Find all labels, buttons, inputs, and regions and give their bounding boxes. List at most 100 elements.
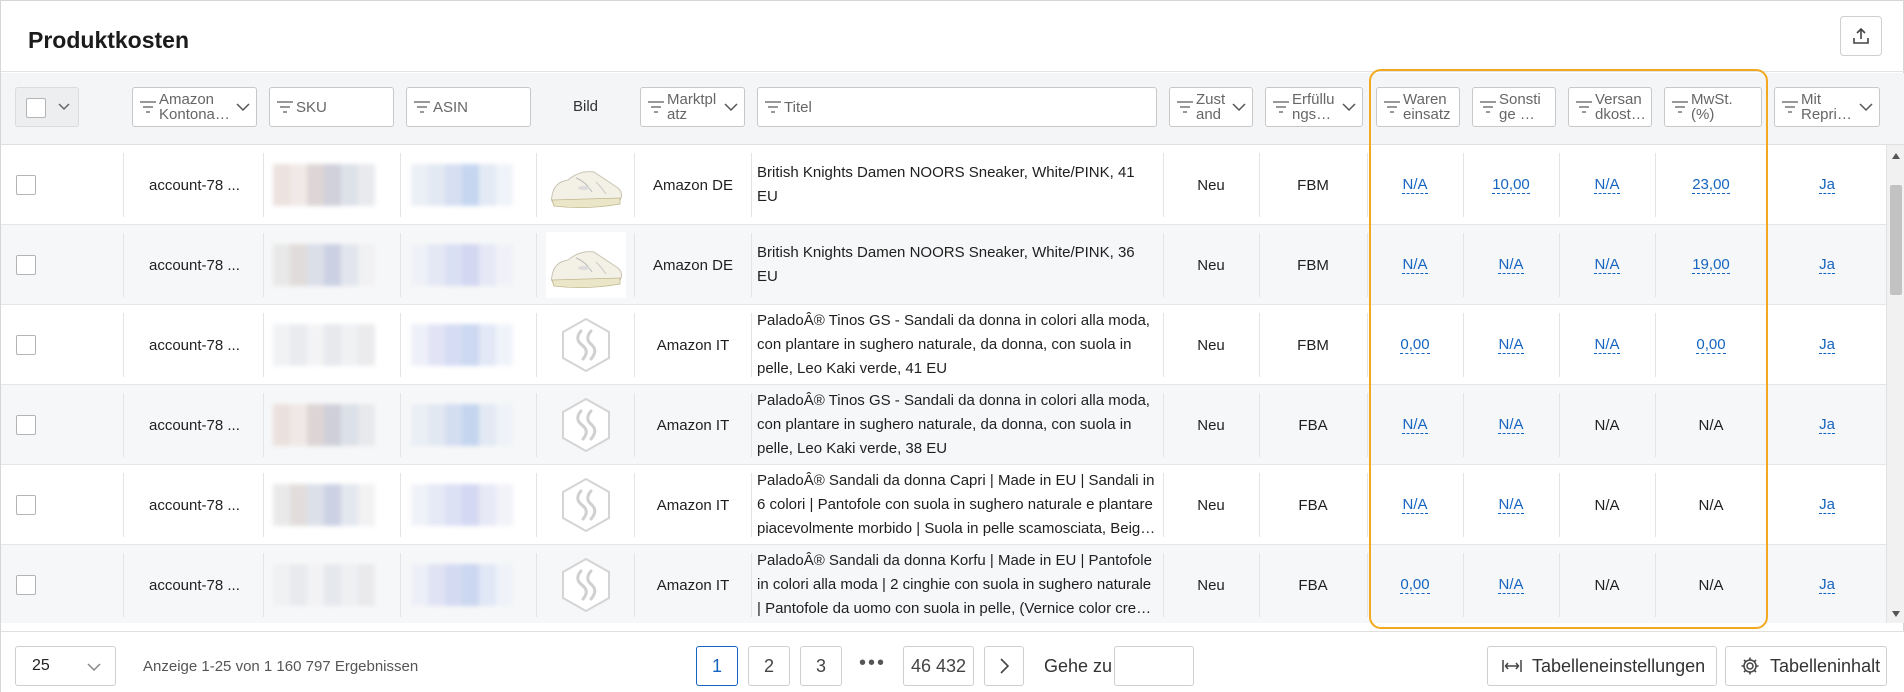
table-settings-button[interactable]: Tabelleneinstellungen (1487, 646, 1717, 686)
account-name: account-78 ... (149, 496, 240, 514)
shipping-costs[interactable]: N/A (1594, 176, 1620, 194)
table-row[interactable]: account-78 ... Amazon IT PaladoÂ® Tinos GS… (1, 385, 1886, 465)
table-row[interactable]: account-78 ... Amazon DE British Knights D… (1, 225, 1886, 305)
product-title: PaladoÂ® Sandali da donna Korfu | Made i… (757, 552, 1152, 617)
row-checkbox[interactable] (16, 255, 36, 275)
filter-marketplace[interactable]: Marktpl atz (640, 87, 745, 127)
row-checkbox[interactable] (16, 495, 36, 515)
repricing-cell[interactable]: Ja (1768, 145, 1886, 225)
table-content-button[interactable]: Tabelleninhalt (1725, 646, 1887, 686)
other-costs[interactable]: 10,00 (1492, 176, 1530, 194)
cost-of-goods[interactable]: 0,00 (1400, 336, 1430, 354)
page-button-1[interactable]: 1 (696, 646, 738, 686)
scroll-down-arrow-icon[interactable] (1892, 611, 1900, 617)
row-checkbox[interactable] (16, 575, 36, 595)
table-row[interactable]: account-78 ... Amazon IT PaladoÂ® Sandali … (1, 545, 1886, 623)
other-costs[interactable]: N/A (1498, 256, 1524, 274)
marketplace-cell: Amazon IT (637, 545, 749, 623)
vertical-scrollbar[interactable] (1886, 145, 1904, 623)
cost-of-goods[interactable]: N/A (1402, 176, 1428, 194)
filter-fulfillment[interactable]: Erfüllu ngs… (1265, 87, 1363, 127)
row-checkbox[interactable] (16, 335, 36, 355)
shipping-costs-cell[interactable]: N/A (1560, 305, 1654, 385)
filter-repricing[interactable]: Mit Repri… (1774, 87, 1880, 127)
cost-of-goods[interactable]: N/A (1402, 256, 1428, 274)
repricing-cell[interactable]: Ja (1768, 225, 1886, 305)
next-page-button[interactable] (984, 646, 1024, 686)
shipping-costs: N/A (1594, 416, 1620, 434)
shipping-costs[interactable]: N/A (1594, 336, 1620, 354)
vat-percent-cell[interactable]: 0,00 (1656, 305, 1766, 385)
page-size-select[interactable]: 25 (15, 646, 116, 686)
repricing[interactable]: Ja (1819, 336, 1835, 354)
other-costs[interactable]: N/A (1498, 496, 1524, 514)
cost-of-goods[interactable]: N/A (1402, 496, 1428, 514)
shipping-costs[interactable]: N/A (1594, 256, 1620, 274)
cost-of-goods-cell[interactable]: N/A (1368, 465, 1462, 545)
filter-shipping-costs[interactable]: Versan dkost… (1568, 87, 1652, 127)
vat-percent[interactable]: 19,00 (1692, 256, 1730, 274)
cost-of-goods-cell[interactable]: 0,00 (1368, 545, 1462, 623)
row-checkbox[interactable] (16, 175, 36, 195)
other-costs-cell[interactable]: 10,00 (1464, 145, 1558, 225)
account-name: account-78 ... (149, 336, 240, 354)
repricing[interactable]: Ja (1819, 416, 1835, 434)
vat-percent[interactable]: 23,00 (1692, 176, 1730, 194)
scroll-up-arrow-icon[interactable] (1892, 153, 1900, 159)
table-row[interactable]: account-78 ... Amazon IT PaladoÂ® Sandali … (1, 465, 1886, 545)
cost-of-goods-cell[interactable]: N/A (1368, 145, 1462, 225)
product-title-cell: British Knights Damen NOORS Sneaker, Whi… (757, 145, 1161, 225)
other-costs-cell[interactable]: N/A (1464, 385, 1558, 465)
shipping-costs-cell[interactable]: N/A (1560, 145, 1654, 225)
cost-of-goods-cell[interactable]: 0,00 (1368, 305, 1462, 385)
page-button-2[interactable]: 2 (748, 646, 790, 686)
other-costs[interactable]: N/A (1498, 416, 1524, 434)
filter-cost-of-goods[interactable]: Waren einsatz (1376, 87, 1460, 127)
fulfillment-cell: FBM (1260, 145, 1366, 225)
shipping-costs-cell[interactable]: N/A (1560, 225, 1654, 305)
goto-page-input[interactable] (1114, 646, 1194, 686)
repricing[interactable]: Ja (1819, 256, 1835, 274)
column-divider (536, 393, 537, 457)
filter-vat[interactable]: MwSt. (%) (1664, 87, 1762, 127)
filter-icon (648, 101, 664, 113)
vat-percent-cell[interactable]: 23,00 (1656, 145, 1766, 225)
repricing-cell[interactable]: Ja (1768, 305, 1886, 385)
filter-other-costs[interactable]: Sonsti ge … (1472, 87, 1556, 127)
filter-condition[interactable]: Zust and (1169, 87, 1253, 127)
filter-fulfillment-label: Erfüllu ngs… (1292, 92, 1335, 122)
page-button-last[interactable]: 46 432 (903, 646, 974, 686)
filter-asin[interactable]: ASIN (406, 87, 531, 127)
page-button-3[interactable]: 3 (800, 646, 842, 686)
repricing-cell[interactable]: Ja (1768, 465, 1886, 545)
repricing[interactable]: Ja (1819, 176, 1835, 194)
cost-of-goods[interactable]: N/A (1402, 416, 1428, 434)
repricing[interactable]: Ja (1819, 496, 1835, 514)
filter-title[interactable]: Titel (757, 87, 1157, 127)
vat-percent-cell[interactable]: 19,00 (1656, 225, 1766, 305)
cost-of-goods-cell[interactable]: N/A (1368, 385, 1462, 465)
other-costs-cell[interactable]: N/A (1464, 305, 1558, 385)
other-costs-cell[interactable]: N/A (1464, 545, 1558, 623)
other-costs-cell[interactable]: N/A (1464, 225, 1558, 305)
filter-sku[interactable]: SKU (269, 87, 394, 127)
table-row[interactable]: account-78 ... Amazon IT PaladoÂ® Tinos GS… (1, 305, 1886, 385)
select-all-checkbox[interactable] (26, 98, 46, 118)
chevron-down-icon[interactable] (58, 103, 70, 111)
other-costs[interactable]: N/A (1498, 576, 1524, 594)
table-row[interactable]: account-78 ... Amazon DE British Knights D… (1, 145, 1886, 225)
other-costs[interactable]: N/A (1498, 336, 1524, 354)
select-all-control[interactable] (15, 87, 79, 127)
repricing-cell[interactable]: Ja (1768, 385, 1886, 465)
repricing[interactable]: Ja (1819, 576, 1835, 594)
scrollbar-thumb[interactable] (1890, 185, 1902, 295)
other-costs-cell[interactable]: N/A (1464, 465, 1558, 545)
cost-of-goods-cell[interactable]: N/A (1368, 225, 1462, 305)
vat-percent[interactable]: 0,00 (1696, 336, 1726, 354)
export-button[interactable] (1840, 16, 1882, 56)
row-checkbox[interactable] (16, 415, 36, 435)
repricing-cell[interactable]: Ja (1768, 545, 1886, 623)
cost-of-goods[interactable]: 0,00 (1400, 576, 1430, 594)
filter-account[interactable]: Amazon Kontona… (132, 87, 257, 127)
column-divider (751, 313, 752, 377)
